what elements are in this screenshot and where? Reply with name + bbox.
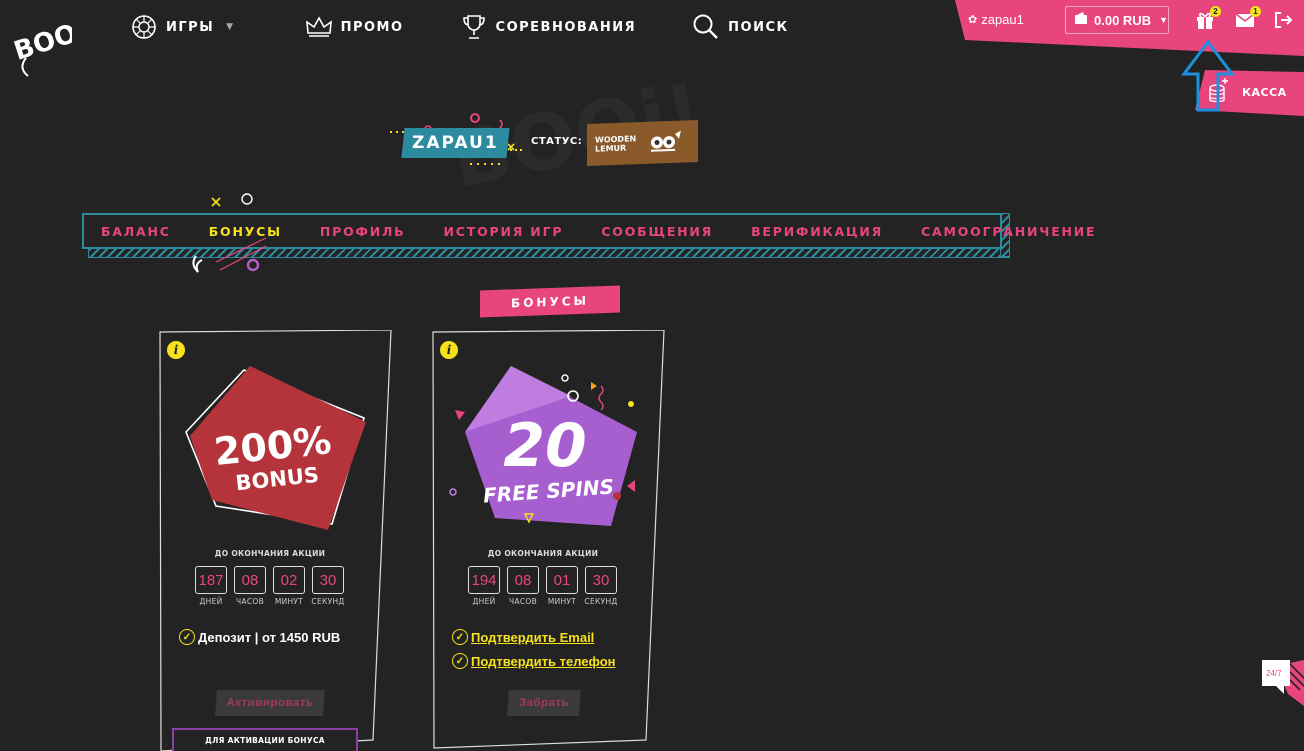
tab-bonuses[interactable]: БОНУСЫ (209, 224, 282, 239)
bonus-card-free-spins: i 20 FREE SPINS ДО ОКОНЧАНИЯ АКЦИИ 194 ДН… (431, 330, 665, 751)
booi-logo[interactable]: BOOi! (12, 10, 72, 80)
lemur-icon: ✿ (968, 14, 978, 26)
nav-tournaments-label: СОРЕВНОВАНИЯ (495, 19, 637, 35)
ends-label: ДО ОКОНЧАНИЯ АКЦИИ (214, 549, 326, 558)
requirement-text: Подтвердить Email (471, 629, 595, 645)
check-circle-icon: ✓ (452, 629, 468, 645)
profile-username-tag: ZAPAU1 (401, 128, 510, 158)
cashier-label: КАССА (1242, 86, 1287, 99)
tab-balance[interactable]: БАЛАНС (101, 224, 171, 239)
activate-button[interactable]: Активировать (215, 690, 325, 716)
support-chat-button[interactable] (1262, 660, 1304, 706)
tab-verification[interactable]: ВЕРИФИКАЦИЯ (751, 224, 883, 239)
timer-hours-label: ЧАСОВ (235, 597, 265, 606)
check-circle-icon: ✓ (452, 653, 468, 669)
status-label: СТАТУС: (531, 136, 583, 147)
search-icon (692, 13, 720, 41)
confirm-email-link[interactable]: ✓ Подтвердить Email (452, 629, 594, 645)
timer-seconds: 30 СЕКУНД (311, 566, 345, 606)
bonus-art-200: 200% BONUS (185, 366, 366, 530)
chevron-down-icon: ▼ (226, 22, 235, 32)
info-icon[interactable]: i (440, 341, 458, 359)
section-title: БОНУСЫ (480, 285, 620, 318)
countdown-timer: 187 ДНЕЙ 08 ЧАСОВ 02 МИНУТ 30 СЕКУНД (195, 566, 344, 606)
main-nav: ИГРЫ ▼ ПРОМО СОРЕВНОВАНИЯ ПОИСК (130, 12, 789, 42)
balance-value: 0.00 RUB (1094, 12, 1152, 28)
status-badge: WOODEN LEMUR (587, 120, 698, 166)
support-label: 24/7 (1266, 669, 1282, 678)
timer-seconds-value: 30 (585, 566, 617, 594)
nav-search[interactable]: ПОИСК (692, 12, 788, 42)
info-icon[interactable]: i (167, 341, 185, 359)
balance-dropdown[interactable]: 0.00 RUB ▼ (1065, 6, 1169, 34)
timer-seconds-label: СЕКУНД (584, 597, 618, 606)
trophy-icon (460, 13, 488, 41)
timer-days: 194 ДНЕЙ (468, 566, 500, 606)
tab-messages[interactable]: СООБЩЕНИЯ (601, 224, 713, 239)
gift-count-badge: 2 (1210, 6, 1221, 17)
logout-icon (1275, 12, 1293, 28)
nav-tournaments[interactable]: СОРЕВНОВАНИЯ (460, 12, 637, 42)
tab-profile[interactable]: ПРОФИЛЬ (320, 224, 406, 239)
bonus-card-deposit: i 200% BONUS ДО ОКОНЧАНИЯ АКЦИИ 187 ДНЕЙ … (158, 330, 392, 751)
section-title-text: БОНУСЫ (511, 293, 589, 310)
free-spins-art: 20 FREE SPINS (449, 366, 637, 526)
arrow-up-annotation (1181, 40, 1235, 112)
timer-seconds-label: СЕКУНД (311, 597, 345, 606)
nav-search-label: ПОИСК (728, 19, 789, 35)
timer-days-label: ДНЕЙ (199, 597, 223, 606)
messages-button[interactable]: 1 (1235, 6, 1261, 32)
nav-games-label: ИГРЫ (166, 19, 215, 35)
gifts-button[interactable]: 2 (1195, 6, 1221, 32)
timer-minutes: 01 МИНУТ (546, 566, 578, 606)
timer-hours-value: 08 (234, 566, 266, 594)
requirement-text: Подтвердить телефон (471, 653, 616, 669)
account-tabs: БАЛАНС БОНУСЫ ПРОФИЛЬ ИСТОРИЯ ИГР СООБЩЕ… (82, 213, 1096, 249)
timer-minutes-value: 02 (273, 566, 305, 594)
requirement-deposit: ✓ Депозит | от 1450 RUB (179, 629, 340, 645)
timer-minutes-label: МИНУТ (547, 597, 577, 606)
timer-minutes: 02 МИНУТ (273, 566, 305, 606)
timer-days-value: 187 (195, 566, 227, 594)
timer-minutes-value: 01 (546, 566, 578, 594)
timer-days: 187 ДНЕЙ (195, 566, 227, 606)
wallet-icon (1074, 12, 1088, 28)
nav-games[interactable]: ИГРЫ ▼ (130, 12, 235, 42)
timer-days-label: ДНЕЙ (472, 597, 496, 606)
claim-button[interactable]: Забрать (507, 690, 581, 716)
timer-days-value: 194 (468, 566, 500, 594)
status-name: WOODEN LEMUR (595, 134, 637, 154)
confirm-phone-link[interactable]: ✓ Подтвердить телефон (452, 653, 616, 669)
timer-seconds-value: 30 (312, 566, 344, 594)
nav-promo-label: ПРОМО (340, 19, 404, 35)
user-name: zapau1 (981, 12, 1024, 27)
crown-icon (305, 13, 333, 41)
profile-username: ZAPAU1 (412, 133, 499, 153)
tab-game-history[interactable]: ИСТОРИЯ ИГР (444, 224, 564, 239)
timer-seconds: 30 СЕКУНД (584, 566, 618, 606)
check-circle-icon: ✓ (179, 629, 195, 645)
activation-note: ДЛЯ АКТИВАЦИИ БОНУСА (172, 728, 358, 751)
timer-hours: 08 ЧАСОВ (234, 566, 266, 606)
lemur-face-icon (651, 130, 681, 152)
tab-self-limitation[interactable]: САМООГРАНИЧЕНИЕ (921, 224, 1096, 239)
roulette-icon (130, 13, 158, 41)
timer-hours-label: ЧАСОВ (508, 597, 538, 606)
nav-promo[interactable]: ПРОМО (305, 12, 404, 42)
timer-hours: 08 ЧАСОВ (507, 566, 539, 606)
chevron-down-icon: ▼ (1159, 15, 1168, 25)
requirement-text: Депозит | от 1450 RUB (198, 629, 341, 645)
ends-label: ДО ОКОНЧАНИЯ АКЦИИ (487, 549, 599, 558)
message-count-badge: 1 (1250, 6, 1261, 17)
timer-hours-value: 08 (507, 566, 539, 594)
timer-minutes-label: МИНУТ (274, 597, 304, 606)
countdown-timer: 194 ДНЕЙ 08 ЧАСОВ 01 МИНУТ 30 СЕКУНД (468, 566, 617, 606)
logout-button[interactable] (1273, 10, 1295, 32)
user-menu[interactable]: ✿ zapau1 (968, 12, 1024, 27)
svg-text:BOOi!: BOOi! (12, 12, 72, 67)
svg-text:20: 20 (503, 411, 587, 481)
